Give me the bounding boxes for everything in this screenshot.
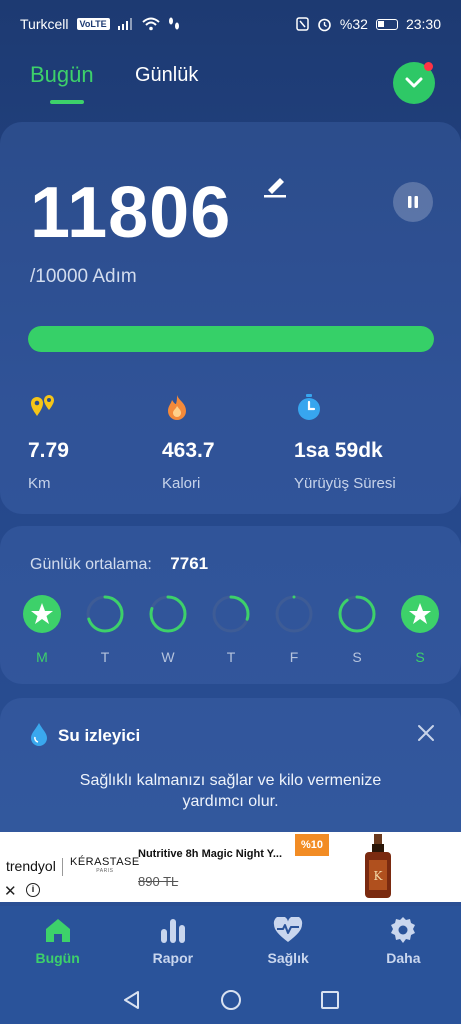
day-ring-complete: [401, 595, 439, 633]
day-label: M: [36, 649, 48, 665]
step-progress-bar: [28, 326, 434, 352]
week-days: MTWTFSS: [22, 594, 440, 665]
battery-percent: %32: [339, 16, 368, 32]
notification-dot: [424, 62, 433, 71]
nfc-icon: [296, 17, 309, 31]
water-drop-icon: [31, 723, 47, 746]
day-item[interactable]: T: [85, 594, 125, 665]
ad-divider: [62, 858, 63, 876]
duration-value: 1sa 59dk: [294, 439, 383, 462]
ad-brand: KÉRASTASE PARIS: [70, 856, 140, 874]
alarm-icon: [318, 18, 331, 31]
stopwatch-icon: [298, 394, 320, 420]
day-ring: [338, 595, 376, 633]
day-label: T: [100, 649, 110, 665]
tab-daily[interactable]: Günlük: [135, 64, 198, 87]
ad-close-icon[interactable]: ✕: [4, 882, 17, 900]
ad-info-icon[interactable]: i: [26, 883, 40, 897]
day-item[interactable]: M: [22, 594, 62, 665]
pause-icon: [408, 196, 418, 208]
day-label: T: [226, 649, 236, 665]
edit-icon[interactable]: [262, 174, 288, 198]
day-item[interactable]: T: [211, 594, 251, 665]
top-tabs: Bugün Günlük: [30, 58, 435, 108]
stat-calories: 463.7 Kalori: [162, 392, 215, 492]
active-tab-indicator: [50, 100, 84, 104]
day-item[interactable]: F: [274, 594, 314, 665]
nav-health[interactable]: Sağlık: [248, 916, 328, 966]
daily-average-label: Günlük ortalama:: [30, 556, 152, 573]
day-label: F: [289, 649, 299, 665]
nav-today[interactable]: Bugün: [18, 916, 98, 966]
volte-badge: VoLTE: [76, 18, 110, 30]
step-goal: /10000 Adım: [30, 266, 137, 287]
step-count: 11806: [30, 173, 232, 253]
weekly-card: Günlük ortalama: 7761 M T W T F S S: [0, 526, 461, 684]
duration-label: Yürüyüş Süresi: [294, 475, 396, 492]
ad-brand-sub: PARIS: [96, 868, 114, 874]
day-label: W: [161, 649, 175, 665]
stat-duration: 1sa 59dk Yürüyüş Süresi: [294, 392, 396, 492]
day-label: S: [352, 649, 362, 665]
gear-icon: [391, 917, 416, 943]
battery-icon: [375, 18, 398, 30]
close-icon[interactable]: [417, 724, 435, 742]
day-ring-complete: [23, 595, 61, 633]
carrier-name: Turkcell: [20, 16, 69, 32]
status-bar: Turkcell VoLTE %32 23:30: [0, 0, 461, 48]
wifi-icon: [142, 17, 160, 31]
home-icon: [45, 919, 70, 942]
steps-card: 11806 /10000 Adım 7.79 Km 463.7 Kalori 1…: [0, 122, 461, 514]
location-pins-icon: [31, 395, 54, 416]
chevron-down-icon: [405, 77, 423, 88]
daily-average-value: 7761: [170, 554, 209, 573]
pause-button[interactable]: [393, 182, 433, 222]
flame-icon: [168, 395, 186, 420]
home-circle-icon[interactable]: [220, 989, 242, 1011]
ad-old-price: 890 TL: [138, 874, 179, 889]
heart-pulse-icon: [273, 917, 303, 942]
calories-value: 463.7: [162, 439, 215, 462]
nav-more[interactable]: Daha: [363, 916, 443, 966]
product-bottle-image: K: [365, 834, 391, 898]
ad-banner[interactable]: trendyol KÉRASTASE PARIS Nutritive 8h Ma…: [0, 832, 461, 902]
daily-average: Günlük ortalama: 7761: [30, 554, 208, 574]
ad-store-name: trendyol: [6, 858, 56, 874]
clock: 23:30: [405, 16, 441, 32]
bottom-nav: Bugün Rapor Sağlık Daha: [0, 906, 461, 976]
day-item[interactable]: W: [148, 594, 188, 665]
nav-report-label: Rapor: [152, 950, 194, 966]
ad-title[interactable]: Nutritive 8h Magic Night Y...: [138, 848, 282, 860]
day-ring: [149, 595, 187, 633]
svg-text:K: K: [374, 869, 384, 883]
day-label: S: [415, 649, 425, 665]
nav-more-label: Daha: [386, 950, 421, 966]
day-ring: [212, 595, 250, 633]
nav-report[interactable]: Rapor: [133, 916, 213, 966]
signal-icon: [117, 18, 132, 30]
footsteps-icon: [168, 17, 179, 30]
distance-value: 7.79: [28, 439, 69, 462]
water-tracker-title: Su izleyici: [58, 726, 141, 745]
day-ring: [86, 595, 124, 633]
nav-today-label: Bugün: [35, 950, 80, 966]
day-item[interactable]: S: [337, 594, 377, 665]
water-tracker-description: Sağlıklı kalmanızı sağlar ve kilo vermen…: [79, 772, 382, 810]
bar-chart-icon: [160, 919, 185, 943]
step-progress-fill: [28, 326, 434, 352]
calories-label: Kalori: [162, 475, 201, 492]
distance-label: Km: [28, 475, 51, 492]
day-item[interactable]: S: [400, 594, 440, 665]
ad-discount-badge: %10: [295, 834, 330, 856]
checklist-button[interactable]: [393, 62, 435, 104]
system-nav-bar: [0, 976, 461, 1024]
day-ring: [275, 595, 313, 633]
back-icon[interactable]: [122, 990, 142, 1010]
stat-distance: 7.79 Km: [28, 392, 69, 492]
recents-icon[interactable]: [320, 990, 340, 1010]
nav-health-label: Sağlık: [267, 950, 309, 966]
ad-brand-name: KÉRASTASE: [70, 856, 140, 868]
tab-today[interactable]: Bugün: [30, 62, 94, 88]
